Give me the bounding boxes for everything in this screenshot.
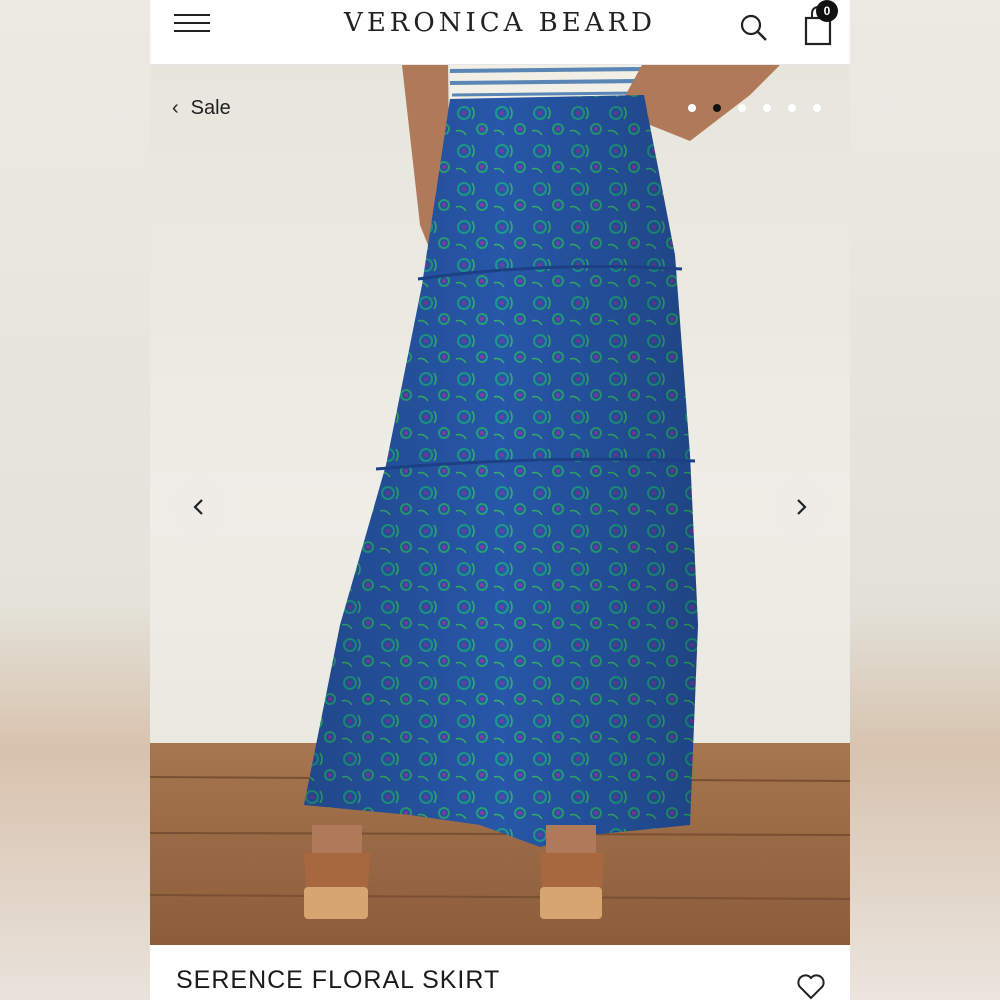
back-link-label: Sale bbox=[190, 97, 231, 119]
background-left bbox=[0, 0, 150, 1000]
slide-dot[interactable] bbox=[763, 104, 771, 112]
top-header: VERONICA BEARD 0 bbox=[150, 0, 850, 65]
brand-logo[interactable]: VERONICA BEARD bbox=[300, 8, 700, 38]
product-image-gallery[interactable]: ‹ Sale bbox=[150, 65, 850, 945]
slide-dot[interactable] bbox=[813, 104, 821, 112]
phone-screen: VERONICA BEARD 0 ‹ Sale SERENCE FLORAL S… bbox=[150, 0, 850, 1000]
background-right bbox=[850, 0, 1000, 1000]
previous-image-button[interactable] bbox=[167, 475, 231, 539]
product-title: SERENCE FLORAL SKIRT bbox=[176, 966, 501, 994]
slide-dot[interactable] bbox=[788, 104, 796, 112]
search-icon[interactable] bbox=[738, 12, 770, 44]
chevron-right-icon bbox=[797, 499, 807, 515]
back-to-sale-link[interactable]: ‹ Sale bbox=[172, 97, 231, 120]
chevron-left-icon: ‹ bbox=[172, 97, 179, 119]
slide-dot[interactable] bbox=[738, 104, 746, 112]
slide-dot[interactable] bbox=[688, 104, 696, 112]
product-photo bbox=[150, 65, 850, 945]
cart-count-badge[interactable]: 0 bbox=[816, 0, 838, 22]
next-image-button[interactable] bbox=[769, 475, 833, 539]
heart-icon[interactable] bbox=[796, 972, 826, 1000]
menu-icon[interactable] bbox=[174, 12, 212, 34]
chevron-left-icon bbox=[193, 499, 203, 515]
slide-dot-active[interactable] bbox=[713, 104, 721, 112]
